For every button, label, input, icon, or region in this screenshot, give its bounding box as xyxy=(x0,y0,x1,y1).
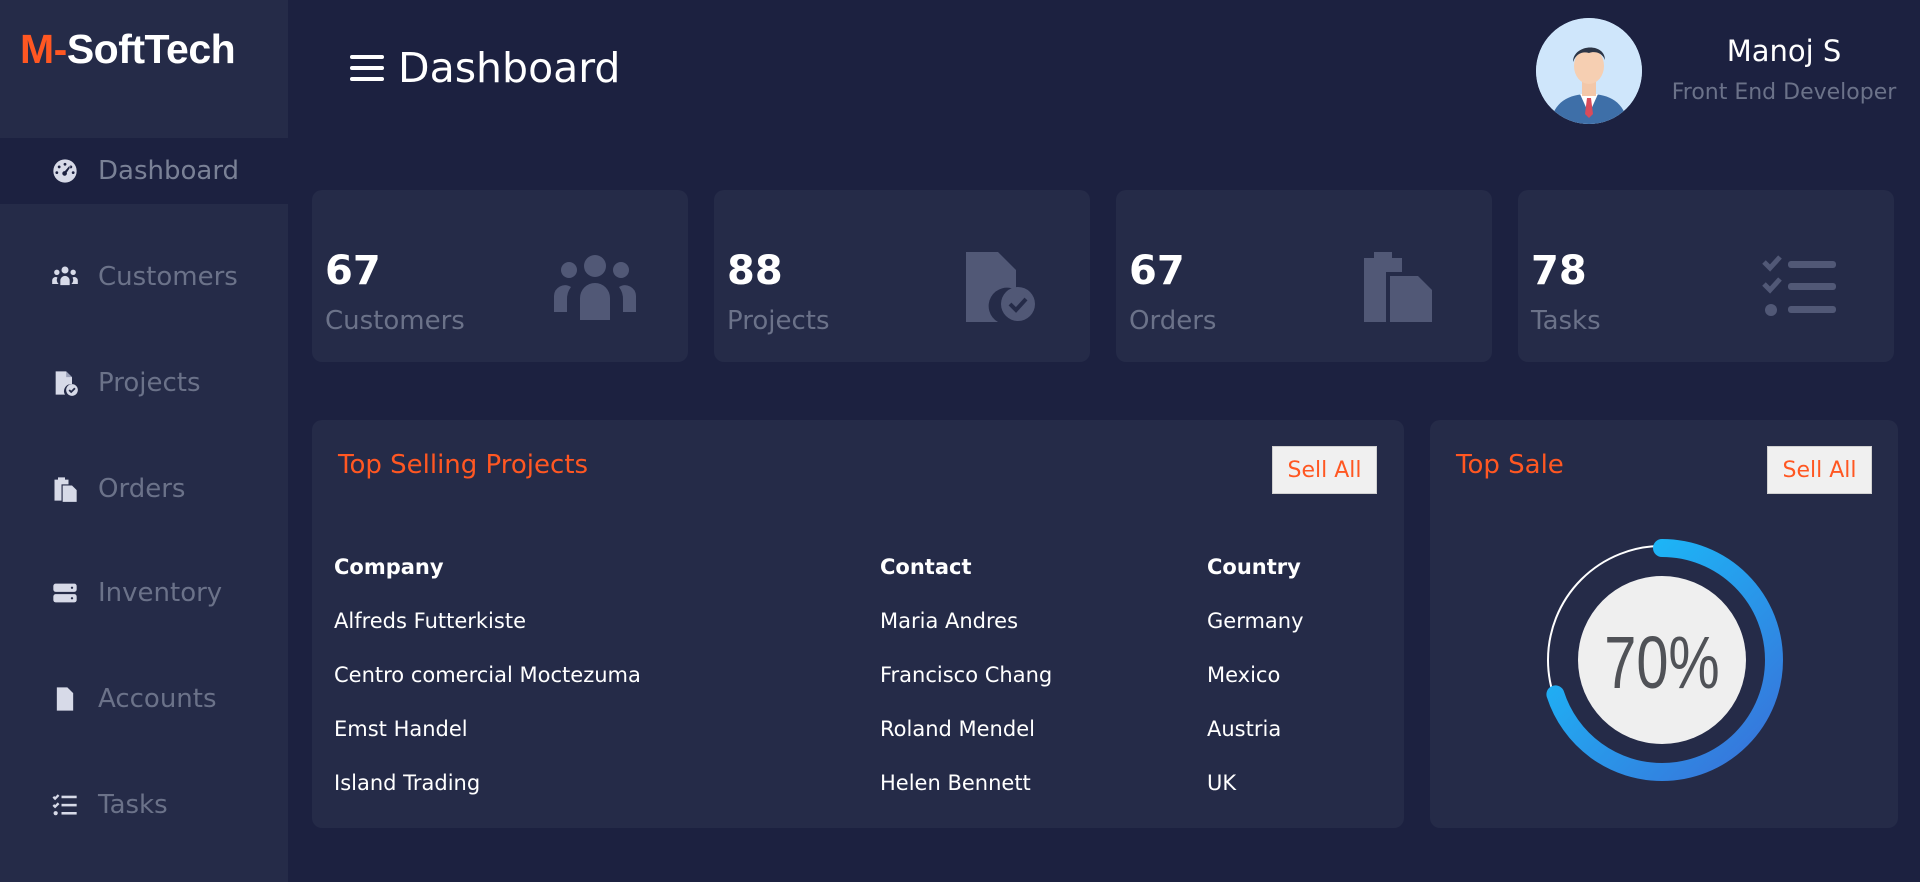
file-check-icon xyxy=(50,368,80,398)
file-check-icon xyxy=(954,252,1040,322)
projects-table: Company Contact Country Alfreds Futterki… xyxy=(334,540,1367,810)
sidebar-item-inventory[interactable]: Inventory xyxy=(0,560,288,626)
users-icon xyxy=(50,262,80,292)
stat-value: 78 xyxy=(1531,248,1587,294)
sidebar-item-accounts[interactable]: Accounts xyxy=(0,666,288,732)
cell-company: Centro comercial Moctezuma xyxy=(334,663,641,687)
stat-value: 67 xyxy=(325,248,381,294)
column-header-country: Country xyxy=(1207,555,1301,579)
table-row[interactable]: Island Trading Helen Bennett UK xyxy=(334,756,1367,810)
cell-contact: Francisco Chang xyxy=(880,663,1053,687)
column-header-contact: Contact xyxy=(880,555,972,579)
file-icon xyxy=(50,684,80,714)
clipboard-icon xyxy=(50,474,80,504)
users-icon xyxy=(552,252,638,322)
sell-all-button[interactable]: Sell All xyxy=(1767,446,1872,494)
sidebar-item-dashboard[interactable]: Dashboard xyxy=(0,138,288,204)
cell-contact: Roland Mendel xyxy=(880,717,1035,741)
clipboard-icon xyxy=(1356,252,1442,322)
sidebar-item-orders[interactable]: Orders xyxy=(0,456,288,522)
panel-title: Top Selling Projects xyxy=(338,450,589,480)
brand-logo-accent: M- xyxy=(20,26,67,72)
user-role: Front End Developer xyxy=(1671,80,1897,105)
server-icon xyxy=(50,578,80,608)
stat-card-tasks[interactable]: 78 Tasks xyxy=(1518,190,1894,362)
cell-country: Austria xyxy=(1207,717,1282,741)
sell-all-button[interactable]: Sell All xyxy=(1272,446,1377,494)
sidebar: M-SoftTech Dashboard Customers Projects … xyxy=(0,0,288,882)
table-row[interactable]: Emst Handel Roland Mendel Austria xyxy=(334,702,1367,756)
sidebar-item-label: Accounts xyxy=(98,684,217,714)
sidebar-item-label: Orders xyxy=(98,474,186,504)
user-name: Manoj S xyxy=(1726,34,1842,68)
cell-company: Alfreds Futterkiste xyxy=(334,609,526,633)
stat-label: Projects xyxy=(727,306,830,336)
table-row[interactable]: Centro comercial Moctezuma Francisco Cha… xyxy=(334,648,1367,702)
stat-card-orders[interactable]: 67 Orders xyxy=(1116,190,1492,362)
brand-logo[interactable]: M-SoftTech xyxy=(20,26,236,73)
stat-label: Orders xyxy=(1129,306,1217,336)
checklist-icon xyxy=(50,790,80,820)
sidebar-item-label: Customers xyxy=(98,262,238,292)
sidebar-item-label: Dashboard xyxy=(98,156,240,186)
cell-company: Island Trading xyxy=(334,771,481,795)
cell-country: Germany xyxy=(1207,609,1304,633)
page-title: Dashboard xyxy=(398,44,621,92)
brand-logo-name: SoftTech xyxy=(66,26,236,72)
stat-value: 88 xyxy=(727,248,783,294)
table-header-row: Company Contact Country xyxy=(334,540,1367,594)
cell-contact: Helen Bennett xyxy=(880,771,1031,795)
column-header-company: Company xyxy=(334,555,444,579)
stat-label: Customers xyxy=(325,306,465,336)
gauge-icon xyxy=(50,156,80,186)
cell-country: UK xyxy=(1207,771,1237,795)
cell-company: Emst Handel xyxy=(334,717,468,741)
cell-country: Mexico xyxy=(1207,663,1281,687)
checklist-icon xyxy=(1758,252,1844,322)
table-row[interactable]: Alfreds Futterkiste Maria Andres Germany xyxy=(334,594,1367,648)
sale-progress-gauge: 70% xyxy=(1541,539,1783,781)
sidebar-item-customers[interactable]: Customers xyxy=(0,244,288,310)
sidebar-item-label: Projects xyxy=(98,368,201,398)
sidebar-item-projects[interactable]: Projects xyxy=(0,350,288,416)
top-selling-projects-panel: Top Selling Projects Sell All Company Co… xyxy=(312,420,1404,828)
stat-value: 67 xyxy=(1129,248,1185,294)
sidebar-item-label: Inventory xyxy=(98,578,223,608)
sidebar-item-tasks[interactable]: Tasks xyxy=(0,772,288,838)
cell-contact: Maria Andres xyxy=(880,609,1019,633)
gauge-percent-label: 70% xyxy=(1604,622,1720,705)
avatar[interactable] xyxy=(1536,18,1642,124)
stat-card-customers[interactable]: 67 Customers xyxy=(312,190,688,362)
menu-icon[interactable] xyxy=(350,53,384,83)
stat-card-projects[interactable]: 88 Projects xyxy=(714,190,1090,362)
page-header: Dashboard xyxy=(350,44,620,92)
panel-title: Top Sale xyxy=(1456,450,1564,480)
stat-label: Tasks xyxy=(1531,306,1601,336)
sidebar-item-label: Tasks xyxy=(98,790,168,820)
